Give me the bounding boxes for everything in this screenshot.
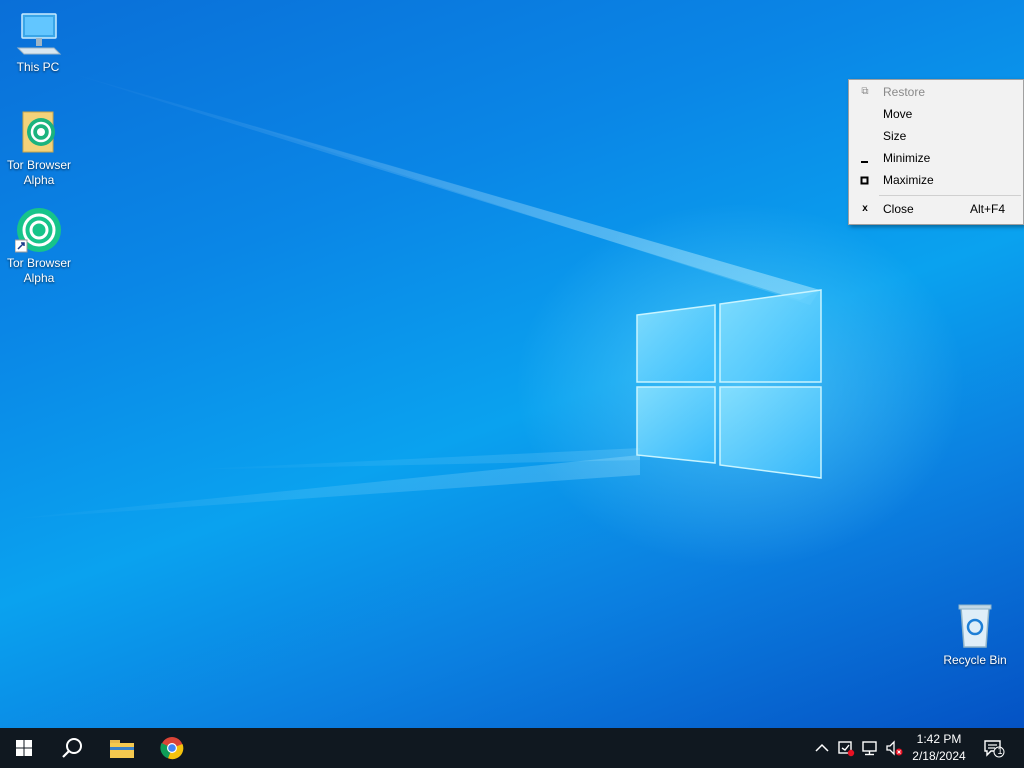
recycle-bin-desktop-icon[interactable]: Recycle Bin bbox=[937, 603, 1013, 668]
recycle-bin-icon bbox=[951, 603, 999, 651]
maximize-icon bbox=[859, 170, 871, 190]
volume-muted-icon bbox=[886, 740, 903, 756]
windows-logo-icon bbox=[16, 740, 32, 756]
this-pc-desktop-icon[interactable]: This PC bbox=[0, 10, 76, 75]
action-center-button[interactable]: 1 bbox=[982, 738, 1006, 758]
menu-item-label: Close bbox=[883, 202, 914, 216]
wallpaper-windows-logo bbox=[636, 289, 822, 479]
security-icon bbox=[838, 741, 855, 757]
menu-separator bbox=[879, 195, 1021, 196]
menu-item-label: Maximize bbox=[883, 173, 934, 187]
tor-browser-alpha-folder-icon[interactable]: Tor Browser Alpha bbox=[1, 108, 77, 188]
clock-date: 2/18/2024 bbox=[912, 749, 966, 763]
chrome-button[interactable] bbox=[148, 728, 196, 768]
volume-tray-button[interactable] bbox=[884, 738, 904, 758]
close-icon: x bbox=[862, 203, 868, 214]
show-hidden-icons-button[interactable] bbox=[812, 738, 832, 758]
network-tray-button[interactable] bbox=[860, 738, 880, 758]
desktop-icon-label: Tor Browser Alpha bbox=[6, 158, 71, 187]
file-explorer-icon bbox=[110, 740, 134, 758]
security-tray-button[interactable] bbox=[836, 738, 856, 758]
chevron-up-icon bbox=[815, 743, 829, 752]
desktop-icon-label: This PC bbox=[16, 60, 60, 74]
tor-browser-icon bbox=[14, 206, 63, 254]
menu-item-move[interactable]: Move bbox=[849, 104, 1023, 124]
computer-icon bbox=[14, 10, 62, 58]
desktop-icon-label: Recycle Bin bbox=[943, 653, 1007, 667]
desktop[interactable]: This PC Tor Browser Alpha Tor Browser Al… bbox=[0, 0, 1024, 728]
clock-time: 1:42 PM bbox=[916, 732, 962, 746]
folder-icon bbox=[15, 108, 63, 156]
notification-count-badge: 1 bbox=[997, 746, 1003, 756]
menu-item-label: Size bbox=[883, 129, 907, 143]
taskbar: 1:42 PM 2/18/2024 1 bbox=[0, 728, 1024, 768]
desktop-icon-label: Tor Browser Alpha bbox=[6, 256, 71, 285]
chrome-icon bbox=[160, 737, 184, 760]
menu-item-restore[interactable]: ⧉ Restore bbox=[849, 82, 1023, 102]
taskbar-clock[interactable]: 1:42 PM 2/18/2024 bbox=[904, 731, 974, 765]
restore-icon: ⧉ bbox=[861, 86, 869, 97]
menu-item-maximize[interactable]: Maximize bbox=[849, 170, 1023, 190]
menu-item-label: Restore bbox=[883, 85, 926, 99]
menu-item-label: Move bbox=[883, 107, 913, 121]
tor-browser-alpha-shortcut-icon[interactable]: Tor Browser Alpha bbox=[1, 206, 77, 286]
network-icon bbox=[862, 741, 877, 756]
file-explorer-button[interactable] bbox=[98, 728, 146, 768]
start-button[interactable] bbox=[0, 728, 48, 768]
menu-item-minimize[interactable]: Minimize bbox=[849, 148, 1023, 168]
search-icon bbox=[62, 738, 82, 758]
menu-item-size[interactable]: Size bbox=[849, 126, 1023, 146]
menu-item-close[interactable]: x Close Alt+F4 bbox=[849, 199, 1023, 219]
menu-item-label: Minimize bbox=[883, 151, 931, 165]
minimize-icon bbox=[859, 148, 871, 168]
search-button[interactable] bbox=[48, 728, 96, 768]
menu-item-shortcut: Alt+F4 bbox=[969, 202, 1005, 216]
window-system-menu: ⧉ Restore Move Size Minimize Maximize x … bbox=[848, 79, 1024, 225]
